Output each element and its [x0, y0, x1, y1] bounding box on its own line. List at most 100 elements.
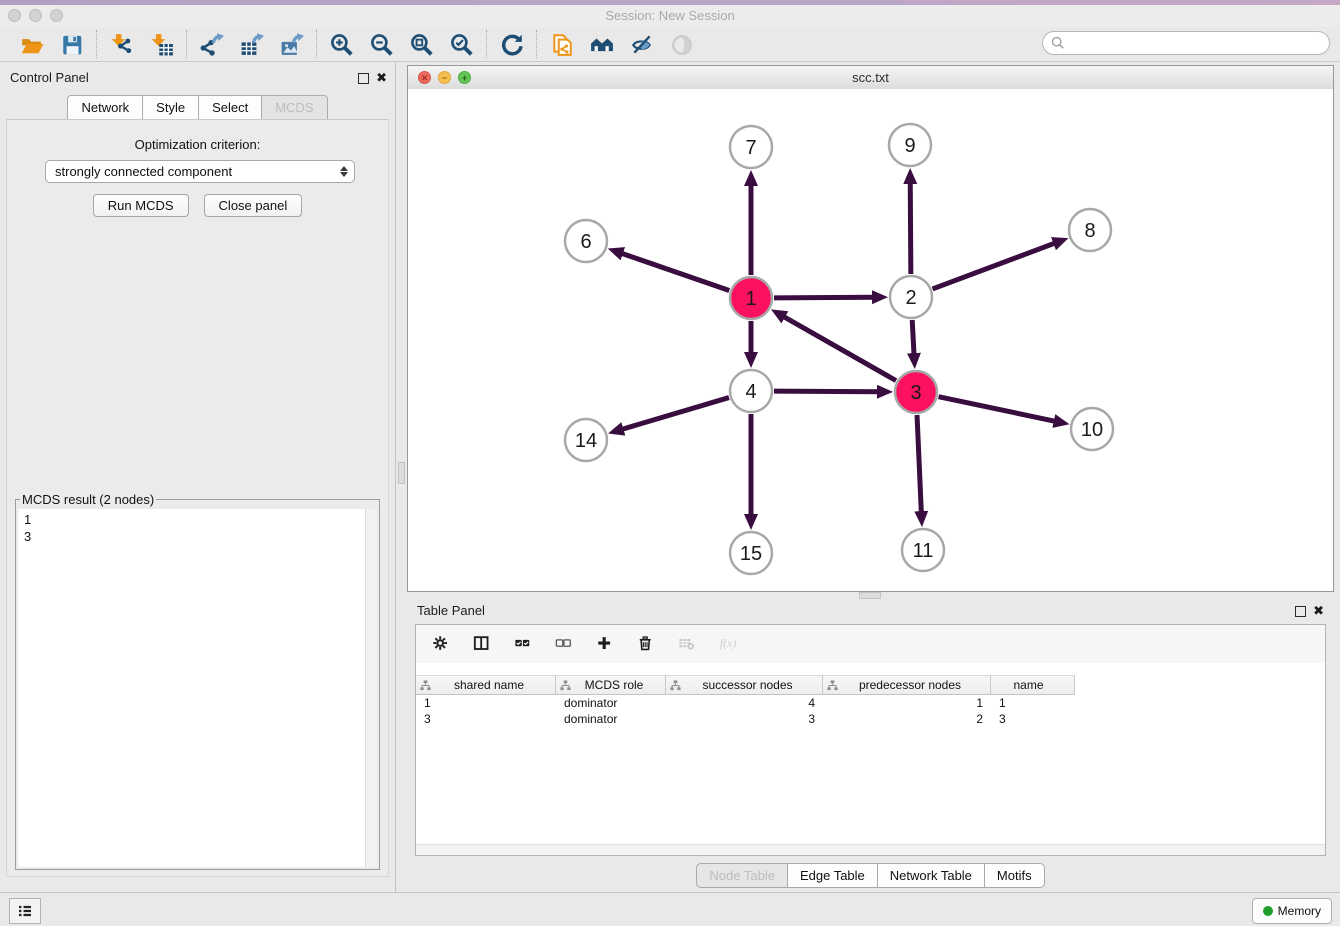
dropdown-stepper-icon — [334, 161, 354, 182]
column-header-mcds-role[interactable]: MCDS role — [556, 675, 666, 695]
open-file-icon — [20, 32, 44, 56]
cell-mcds-role[interactable]: dominator — [556, 695, 666, 711]
node-8[interactable]: 8 — [1069, 209, 1111, 251]
tab-mcds[interactable]: MCDS — [261, 95, 327, 120]
add-icon — [596, 634, 616, 654]
node-label: 7 — [745, 137, 756, 159]
column-header-successor-nodes[interactable]: successor nodes — [666, 675, 823, 695]
cell-name[interactable]: 1 — [991, 695, 1075, 711]
result-scrollbar[interactable] — [365, 509, 377, 867]
export-table-button[interactable] — [238, 30, 266, 58]
float-panel-icon[interactable] — [358, 73, 369, 84]
edge-4-14[interactable] — [621, 398, 728, 430]
column-header-predecessor-nodes[interactable]: predecessor nodes — [823, 675, 991, 695]
edge-3-10[interactable] — [939, 397, 1056, 422]
tab-motifs[interactable]: Motifs — [984, 863, 1045, 888]
vertical-splitter[interactable] — [396, 62, 407, 892]
settings-gear-icon — [432, 634, 452, 654]
close-table-panel-icon[interactable]: ✖ — [1313, 605, 1324, 617]
import-table-button[interactable] — [148, 30, 176, 58]
network-canvas[interactable]: 1 2 3 4 6 7 8 9 10 11 14 15 — [408, 89, 1333, 591]
horizontal-splitter[interactable] — [407, 592, 1334, 600]
add-button[interactable] — [594, 632, 618, 656]
node-10[interactable]: 10 — [1071, 408, 1113, 450]
zoom-in-button[interactable] — [328, 30, 356, 58]
memory-status-icon — [1263, 906, 1273, 916]
export-network-button[interactable] — [198, 30, 226, 58]
node-14[interactable]: 14 — [565, 419, 607, 461]
tab-edge-table[interactable]: Edge Table — [787, 863, 877, 888]
select-all-rows-button[interactable] — [512, 632, 536, 656]
edge-1-2[interactable] — [774, 297, 874, 298]
cell-predecessor-nodes[interactable]: 1 — [823, 695, 991, 711]
style-preview-button[interactable] — [628, 30, 656, 58]
close-panel-icon[interactable]: ✖ — [376, 72, 387, 84]
delete-button[interactable] — [635, 632, 659, 656]
open-file-button[interactable] — [18, 30, 46, 58]
close-panel-button[interactable]: Close panel — [204, 194, 303, 217]
node-6[interactable]: 6 — [565, 220, 607, 262]
tab-node-table[interactable]: Node Table — [696, 863, 787, 888]
edge-4-3[interactable] — [774, 391, 879, 392]
edge-3-11[interactable] — [917, 415, 921, 513]
search-input[interactable] — [1070, 35, 1329, 51]
cell-shared-name[interactable]: 1 — [416, 695, 556, 711]
save-session-button[interactable] — [58, 30, 86, 58]
run-mcds-button[interactable]: Run MCDS — [93, 194, 189, 217]
edge-2-8[interactable] — [933, 243, 1056, 289]
node-table: f(x) shared nameMCDS rolesuccessor nodes… — [415, 624, 1326, 856]
network-manager-button[interactable] — [588, 30, 616, 58]
node-1[interactable]: 1 — [730, 277, 772, 319]
control-panel-tabs: NetworkStyleSelectMCDS — [0, 95, 395, 120]
table-horizontal-scrollbar[interactable] — [416, 844, 1325, 855]
node-11[interactable]: 11 — [902, 529, 944, 571]
deselect-all-rows-icon — [555, 634, 575, 654]
node-9[interactable]: 9 — [889, 124, 931, 166]
cell-successor-nodes[interactable]: 3 — [666, 711, 823, 727]
tab-style[interactable]: Style — [142, 95, 198, 120]
column-header-shared-name[interactable]: shared name — [416, 675, 556, 695]
node-4[interactable]: 4 — [730, 370, 772, 412]
cell-mcds-role[interactable]: dominator — [556, 711, 666, 727]
network-window-titlebar[interactable]: ✕ − + scc.txt — [408, 66, 1333, 90]
node-2[interactable]: 2 — [890, 276, 932, 318]
toggle-column-display-button[interactable] — [471, 632, 495, 656]
tab-network-table[interactable]: Network Table — [877, 863, 984, 888]
edge-1-6[interactable] — [621, 253, 729, 290]
duplicate-network-button[interactable] — [548, 30, 576, 58]
table-row[interactable]: 3dominator323 — [416, 711, 1325, 727]
import-network-button[interactable] — [108, 30, 136, 58]
edge-2-3[interactable] — [912, 320, 914, 355]
export-image-button[interactable] — [278, 30, 306, 58]
node-7[interactable]: 7 — [730, 126, 772, 168]
tab-select[interactable]: Select — [198, 95, 261, 120]
zoom-fit-button[interactable] — [408, 30, 436, 58]
table-row[interactable]: 1dominator411 — [416, 695, 1325, 711]
task-history-button[interactable] — [9, 898, 41, 924]
table-toolbar: f(x) — [416, 625, 1325, 663]
settings-gear-button[interactable] — [430, 632, 454, 656]
deselect-all-rows-button[interactable] — [553, 632, 577, 656]
criterion-dropdown[interactable]: strongly connected component — [45, 160, 355, 183]
horizontal-splitter-handle[interactable] — [859, 592, 881, 599]
tab-network[interactable]: Network — [67, 95, 142, 120]
cell-shared-name[interactable]: 3 — [416, 711, 556, 727]
cell-predecessor-nodes[interactable]: 2 — [823, 711, 991, 727]
attribute-type-icon — [560, 680, 571, 691]
memory-button[interactable]: Memory — [1252, 898, 1332, 924]
cell-name[interactable]: 3 — [991, 711, 1075, 727]
zoom-selected-button[interactable] — [448, 30, 476, 58]
vertical-splitter-handle[interactable] — [398, 462, 405, 484]
float-table-panel-icon[interactable] — [1295, 606, 1306, 617]
mcds-result-textarea[interactable]: 1 3 — [18, 509, 377, 867]
search-box[interactable] — [1042, 31, 1330, 55]
node-3[interactable]: 3 — [895, 371, 937, 413]
zoom-out-button[interactable] — [368, 30, 396, 58]
export-table-icon — [240, 32, 264, 56]
edge-3-1[interactable] — [783, 316, 896, 380]
cell-successor-nodes[interactable]: 4 — [666, 695, 823, 711]
edge-2-9[interactable] — [910, 182, 911, 274]
refresh-layout-button[interactable] — [498, 30, 526, 58]
node-15[interactable]: 15 — [730, 532, 772, 574]
column-header-name[interactable]: name — [991, 675, 1075, 695]
